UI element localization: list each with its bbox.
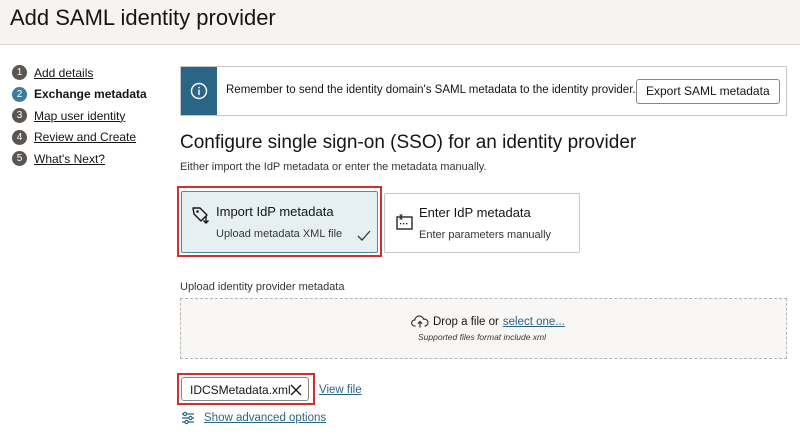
file-name: IDCSMetadata.xml bbox=[190, 383, 291, 397]
view-file-link[interactable]: View file bbox=[319, 384, 362, 396]
enter-idp-metadata-option[interactable]: Enter IdP metadata Enter parameters manu… bbox=[384, 193, 580, 253]
step-map-user-identity[interactable]: 3 Map user identity bbox=[12, 105, 172, 127]
import-idp-metadata-option[interactable]: Import IdP metadata Upload metadata XML … bbox=[181, 191, 378, 253]
section-description: Either import the IdP metadata or enter … bbox=[180, 161, 487, 173]
page-title: Add SAML identity provider bbox=[10, 5, 276, 30]
remove-file-icon[interactable] bbox=[289, 383, 303, 397]
drop-text: Drop a file or bbox=[433, 315, 499, 328]
step-number: 2 bbox=[12, 86, 27, 102]
step-review-and-create[interactable]: 4 Review and Create bbox=[12, 127, 172, 149]
option-title: Enter IdP metadata bbox=[419, 205, 531, 220]
banner-message: Remember to send the identity domain's S… bbox=[226, 84, 636, 96]
cloud-upload-icon bbox=[411, 315, 429, 328]
step-label: Exchange metadata bbox=[34, 87, 147, 102]
wizard-steps: 1 Add details 2 Exchange metadata 3 Map … bbox=[12, 62, 172, 170]
drop-instructions: Drop a file or select one... bbox=[411, 315, 565, 328]
export-saml-metadata-button[interactable]: Export SAML metadata bbox=[636, 79, 780, 104]
step-label[interactable]: Review and Create bbox=[34, 130, 136, 144]
step-exchange-metadata: 2 Exchange metadata bbox=[12, 84, 172, 106]
supported-format-hint: Supported files format include xml bbox=[418, 332, 547, 342]
advanced-options-label[interactable]: Show advanced options bbox=[204, 412, 326, 424]
info-banner: Remember to send the identity domain's S… bbox=[180, 66, 787, 116]
file-dropzone[interactable]: Drop a file or select one... Supported f… bbox=[180, 298, 787, 359]
form-entry-icon bbox=[395, 214, 415, 237]
option-title: Import IdP metadata bbox=[216, 204, 334, 219]
option-subtitle: Upload metadata XML file bbox=[216, 228, 343, 240]
upload-label: Upload identity provider metadata bbox=[180, 281, 345, 293]
select-file-link[interactable]: select one... bbox=[503, 316, 565, 328]
step-number: 5 bbox=[12, 151, 27, 167]
show-advanced-options-toggle[interactable]: Show advanced options bbox=[180, 410, 326, 426]
checkmark-icon bbox=[357, 229, 371, 247]
step-number: 3 bbox=[12, 108, 27, 124]
tag-download-icon bbox=[191, 205, 211, 230]
step-label[interactable]: Map user identity bbox=[34, 109, 125, 123]
info-icon bbox=[181, 67, 217, 115]
page-header: Add SAML identity provider bbox=[0, 0, 800, 45]
step-number: 1 bbox=[12, 65, 27, 81]
sliders-icon bbox=[180, 410, 196, 426]
uploaded-file-chip: IDCSMetadata.xml bbox=[181, 377, 309, 401]
step-add-details[interactable]: 1 Add details bbox=[12, 62, 172, 84]
step-number: 4 bbox=[12, 129, 27, 145]
step-whats-next[interactable]: 5 What's Next? bbox=[12, 148, 172, 170]
step-label[interactable]: What's Next? bbox=[34, 152, 105, 166]
option-subtitle: Enter parameters manually bbox=[419, 229, 552, 241]
step-label[interactable]: Add details bbox=[34, 66, 93, 80]
section-title: Configure single sign-on (SSO) for an id… bbox=[180, 132, 637, 153]
